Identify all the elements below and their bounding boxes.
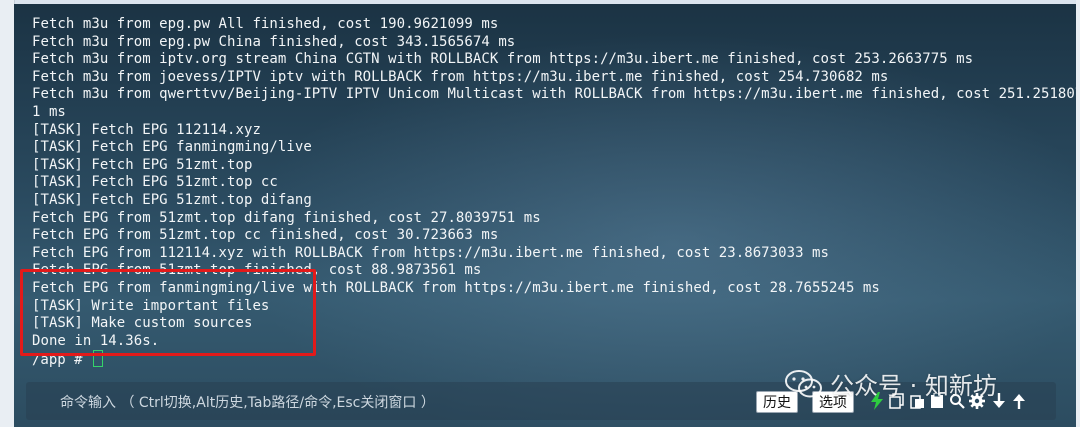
terminal-line: 1 ms — [32, 103, 66, 120]
shell-prompt: /app # — [32, 352, 92, 368]
terminal-line: Fetch m3u from iptv.org stream China CGT… — [32, 51, 974, 68]
command-input-hint: 命令输入 （ Ctrl切换,Alt历史,Tab路径/命令,Esc关闭窗口 ） — [60, 395, 435, 411]
terminal-line: [TASK] Fetch EPG 51zmt.top difang — [32, 191, 312, 208]
terminal-line: [TASK] Fetch EPG fanmingming/live — [32, 139, 312, 156]
terminal-line: [TASK] Fetch EPG 51zmt.top cc — [32, 174, 278, 191]
terminal-line: Fetch EPG from 51zmt.top cc finished, co… — [32, 227, 499, 244]
terminal-line: [TASK] Make custom sources — [32, 315, 253, 332]
terminal-line: Fetch EPG from 112114.xyz with ROLLBACK … — [32, 244, 829, 261]
watermark-text: 公众号 · 知新坊 — [830, 372, 997, 400]
terminal-line: [TASK] Fetch EPG 51zmt.top — [32, 156, 253, 173]
terminal-line: Fetch EPG from 51zmt.top difang finished… — [32, 209, 541, 226]
wechat-logo-icon — [785, 369, 822, 397]
ssh-terminal-window: Fetch m3u from epg.pw All finished, cost… — [0, 0, 1080, 427]
terminal-line: Fetch EPG from fanmingming/live with ROL… — [32, 279, 880, 296]
terminal-line: Fetch m3u from qwerttvv/Beijing-IPTV IPT… — [32, 86, 1076, 103]
terminal-line: [TASK] Write important files — [32, 297, 270, 314]
terminal-line: Fetch EPG from 51zmt.top finished, cost … — [32, 262, 482, 279]
terminal-output-area[interactable]: Fetch m3u from epg.pw All finished, cost… — [14, 4, 1076, 427]
left-window-edge — [0, 0, 15, 427]
terminal-line: Done in 14.36s. — [32, 332, 160, 349]
upload-icon[interactable] — [1010, 392, 1028, 410]
wechat-watermark: 公众号 · 知新坊 — [784, 366, 997, 401]
terminal-lines: Fetch m3u from epg.pw All finished, cost… — [32, 16, 1076, 350]
terminal-line: Fetch m3u from epg.pw China finished, co… — [32, 33, 516, 50]
terminal-line: [TASK] Fetch EPG 112114.xyz — [32, 121, 261, 138]
terminal-line: Fetch m3u from epg.pw All finished, cost… — [32, 16, 499, 32]
terminal-line: Fetch m3u from joevess/IPTV iptv with RO… — [32, 68, 889, 85]
shell-prompt-line[interactable]: /app # — [32, 350, 104, 370]
right-window-edge — [1076, 0, 1080, 427]
terminal-cursor — [93, 350, 104, 367]
